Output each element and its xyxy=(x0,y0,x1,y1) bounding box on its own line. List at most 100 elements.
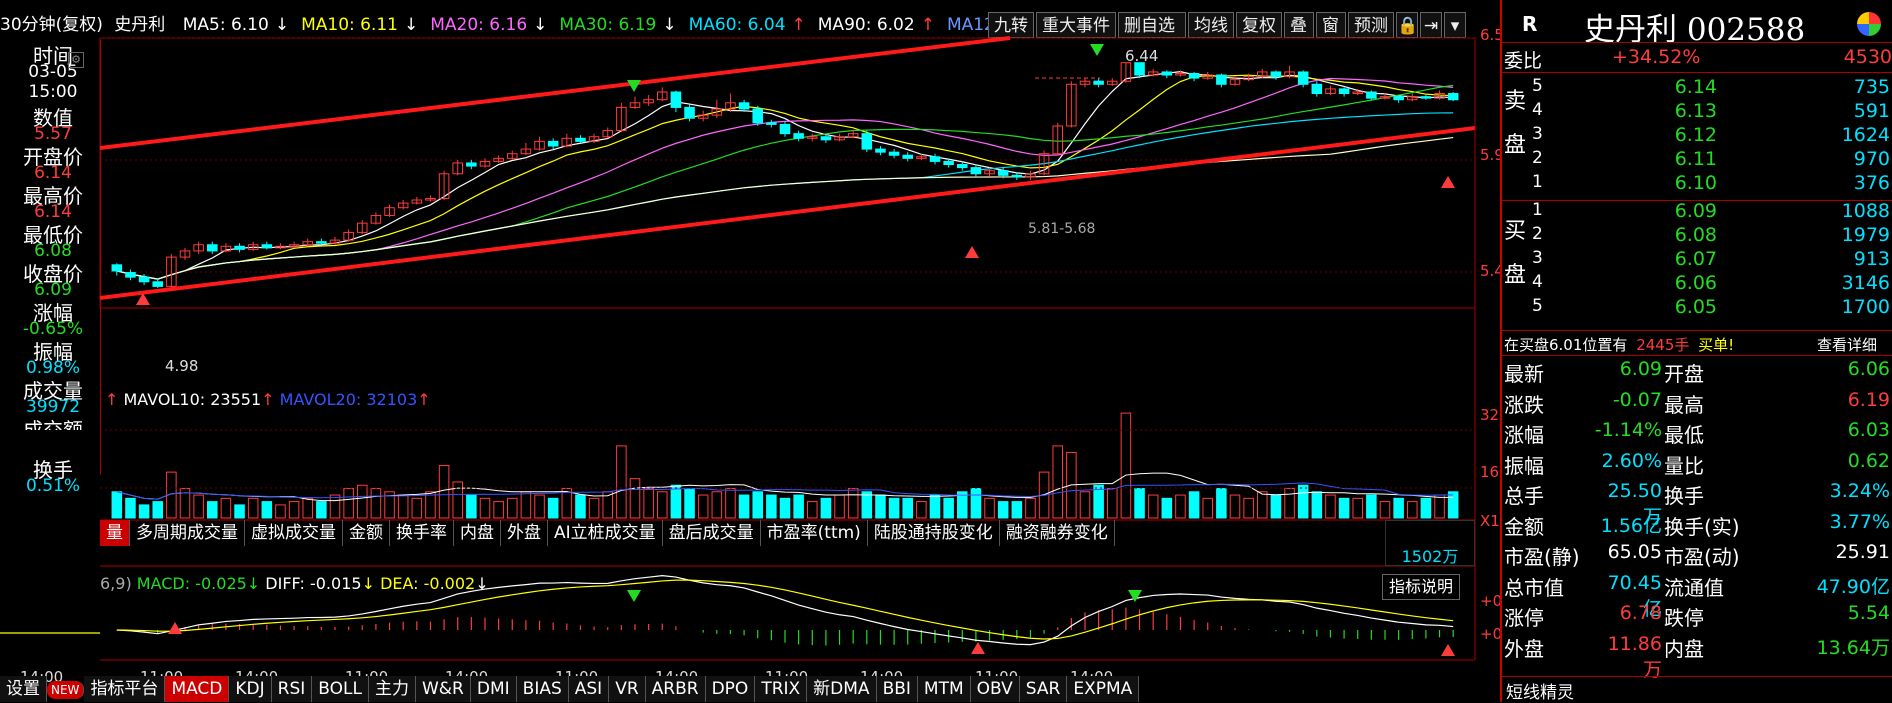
volume-bar xyxy=(1338,497,1350,519)
candle xyxy=(1270,71,1282,78)
bottom-tab[interactable]: ASI xyxy=(568,676,610,702)
order-qty: 1624 xyxy=(1841,124,1890,146)
candle xyxy=(1188,72,1200,79)
bottom-tab[interactable]: 主力 xyxy=(368,676,416,702)
order-price[interactable]: 6.06 xyxy=(1662,272,1717,294)
order-price[interactable]: 6.13 xyxy=(1662,100,1717,122)
stat-label: 金额 xyxy=(1504,514,1544,539)
trend-line-lower xyxy=(99,126,1476,300)
volume-bar xyxy=(1379,501,1391,519)
buy-signal-icon xyxy=(971,642,985,654)
volume-bar xyxy=(643,488,654,519)
bottom-tab[interactable]: 指标平台 xyxy=(84,676,166,702)
candle xyxy=(1011,174,1023,178)
bottom-tab[interactable]: VR xyxy=(609,676,646,702)
indicator-tab[interactable]: 多周期成交量 xyxy=(130,520,245,546)
volume-bar xyxy=(411,497,423,519)
pie-chart-icon[interactable] xyxy=(1857,12,1881,36)
candle xyxy=(684,106,695,119)
bottom-tab[interactable]: DPO xyxy=(705,676,756,702)
indicator-tab[interactable]: 量 xyxy=(100,520,130,546)
indicator-tab[interactable]: 外盘 xyxy=(501,520,548,546)
indicator-tab[interactable]: AI立桩成交量 xyxy=(548,520,663,546)
order-level: 2 xyxy=(1532,224,1543,244)
order-price[interactable]: 6.10 xyxy=(1662,172,1717,194)
stat-label: 最新 xyxy=(1504,362,1544,386)
bottom-tab[interactable]: W&R xyxy=(415,676,471,702)
indicator-tab[interactable]: 内盘 xyxy=(454,520,501,546)
volume-bar xyxy=(697,494,709,519)
indicator-tab[interactable]: 陆股通持股变化 xyxy=(868,520,1000,546)
buy-signal-icon xyxy=(965,246,979,258)
volume-bar xyxy=(1257,491,1268,519)
volume-bar xyxy=(984,497,995,519)
candle xyxy=(752,108,763,124)
bottom-tab[interactable]: BOLL xyxy=(312,676,369,702)
volume-bar xyxy=(234,504,245,519)
order-price[interactable]: 6.14 xyxy=(1662,76,1717,98)
bottom-tab[interactable]: DMI xyxy=(470,676,517,702)
bottom-tab[interactable]: TRIX xyxy=(755,676,808,702)
bottom-tab[interactable]: EXPMA xyxy=(1067,676,1140,702)
volume-bar xyxy=(657,491,668,519)
order-level: 2 xyxy=(1532,148,1543,168)
indicator-explain-button[interactable]: 指标说明 xyxy=(1382,574,1461,600)
bottom-tab[interactable]: BBI xyxy=(876,676,918,702)
stat-label: 流通值 xyxy=(1664,575,1724,600)
order-price[interactable]: 6.07 xyxy=(1662,248,1717,270)
volume-bar xyxy=(1079,491,1091,519)
volume-bar xyxy=(1434,494,1445,519)
bottom-tab[interactable]: MACD xyxy=(165,676,230,702)
indicator-tab[interactable]: 换手率 xyxy=(390,520,454,546)
volume-bar xyxy=(1229,494,1241,519)
bottom-tab[interactable]: BIAS xyxy=(516,676,569,702)
order-price[interactable]: 6.08 xyxy=(1662,224,1717,246)
bottom-tab[interactable]: KDJ xyxy=(229,676,272,702)
stat-value: 5.54 xyxy=(1847,602,1890,624)
bottom-tab[interactable]: ARBR xyxy=(645,676,706,702)
volume-bar xyxy=(125,497,136,519)
order-price[interactable]: 6.05 xyxy=(1662,296,1717,318)
indicator-tab[interactable]: 盘后成交量 xyxy=(663,520,761,546)
notice-buy: 买单! xyxy=(1698,336,1735,354)
volume-bar xyxy=(1297,484,1309,519)
ma90-line xyxy=(116,136,1454,280)
candle xyxy=(207,244,218,252)
bottom-tab[interactable]: NEW xyxy=(47,681,85,699)
kline-chart[interactable] xyxy=(0,0,1500,702)
bottom-tab[interactable]: SAR xyxy=(1019,676,1068,702)
volume-bar xyxy=(425,491,436,519)
volume-bar xyxy=(138,504,150,519)
short-term-wizard[interactable]: 短线精灵 xyxy=(1506,678,1574,703)
candle xyxy=(234,245,245,250)
stat-label: 涨幅 xyxy=(1504,423,1544,447)
stat-value: -0.07 xyxy=(1612,388,1662,411)
indicator-tab[interactable]: 融资融券变化 xyxy=(1000,520,1115,546)
order-qty: 1700 xyxy=(1841,296,1890,318)
order-price[interactable]: 6.12 xyxy=(1662,124,1717,146)
bottom-tab[interactable]: RSI xyxy=(271,676,313,702)
candle xyxy=(1420,96,1432,99)
volume-bar xyxy=(438,465,450,519)
bottom-tab[interactable]: 设置 xyxy=(0,676,47,702)
indicator-tab[interactable]: 金额 xyxy=(343,520,390,546)
bottom-tab[interactable]: OBV xyxy=(970,676,1020,702)
candle xyxy=(1297,71,1309,85)
volume-bar xyxy=(875,494,886,519)
order-price[interactable]: 6.11 xyxy=(1662,148,1717,170)
stat-label: 总手 xyxy=(1504,484,1544,508)
trend-line-upper xyxy=(99,36,1011,150)
notice-text: 在买盘6.01位置有 xyxy=(1504,336,1628,354)
candle xyxy=(957,164,968,169)
candle xyxy=(1161,71,1173,76)
indicator-tab[interactable]: 市盈率(ttm) xyxy=(761,520,868,546)
indicator-tab[interactable]: 虚拟成交量 xyxy=(245,520,343,546)
order-price[interactable]: 6.09 xyxy=(1662,200,1717,222)
notice-detail-link[interactable]: 查看详细 xyxy=(1817,334,1877,355)
candle xyxy=(970,167,982,175)
volume-bar xyxy=(738,494,750,519)
bottom-tab[interactable]: MTM xyxy=(917,676,971,702)
bottom-tab[interactable]: 新DMA xyxy=(807,676,877,702)
stat-label: 量比 xyxy=(1664,453,1704,478)
volume-bar xyxy=(629,478,641,519)
